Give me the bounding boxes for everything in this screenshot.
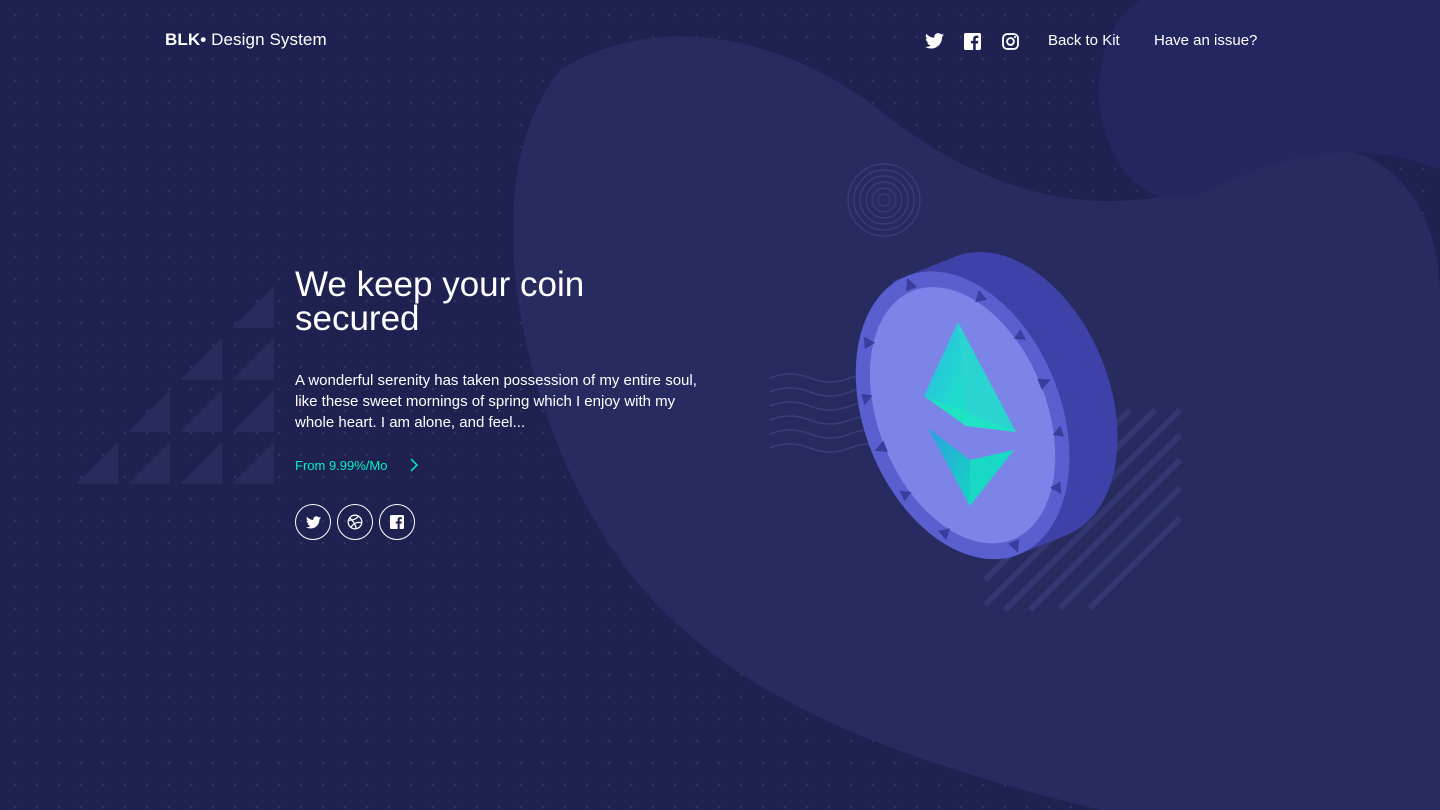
social-buttons xyxy=(295,504,415,540)
have-an-issue-link[interactable]: Have an issue? xyxy=(1154,32,1257,49)
facebook-icon xyxy=(390,515,404,529)
brand-text: Design System xyxy=(206,30,327,49)
pricing-link-label: From 9.99%/Mo xyxy=(295,457,388,473)
hero-description: A wonderful serenity has taken possessio… xyxy=(295,372,697,431)
brand-logo[interactable]: BLK• Design System xyxy=(165,30,327,50)
facebook-button[interactable] xyxy=(379,504,415,540)
brand-bold: BLK• xyxy=(165,30,207,49)
hero-title: We keep your coin secured xyxy=(295,265,585,338)
dribbble-icon xyxy=(347,514,363,530)
twitter-button[interactable] xyxy=(295,504,331,540)
nav-social-icons xyxy=(924,31,1020,51)
navbar: BLK• Design System Back to Kit Have an i… xyxy=(0,0,1440,84)
back-to-kit-link[interactable]: Back to Kit xyxy=(1048,32,1120,49)
dribbble-button[interactable] xyxy=(337,504,373,540)
triangle-pattern xyxy=(76,286,274,484)
background-decorations xyxy=(76,0,1440,810)
instagram-icon[interactable] xyxy=(1000,31,1020,51)
facebook-icon[interactable] xyxy=(962,31,982,51)
twitter-icon[interactable] xyxy=(924,31,944,51)
chevron-right-icon xyxy=(409,457,419,473)
pricing-link[interactable]: From 9.99%/Mo xyxy=(295,457,419,473)
twitter-icon xyxy=(305,515,321,529)
ethereum-coin-illustration xyxy=(855,251,1118,560)
